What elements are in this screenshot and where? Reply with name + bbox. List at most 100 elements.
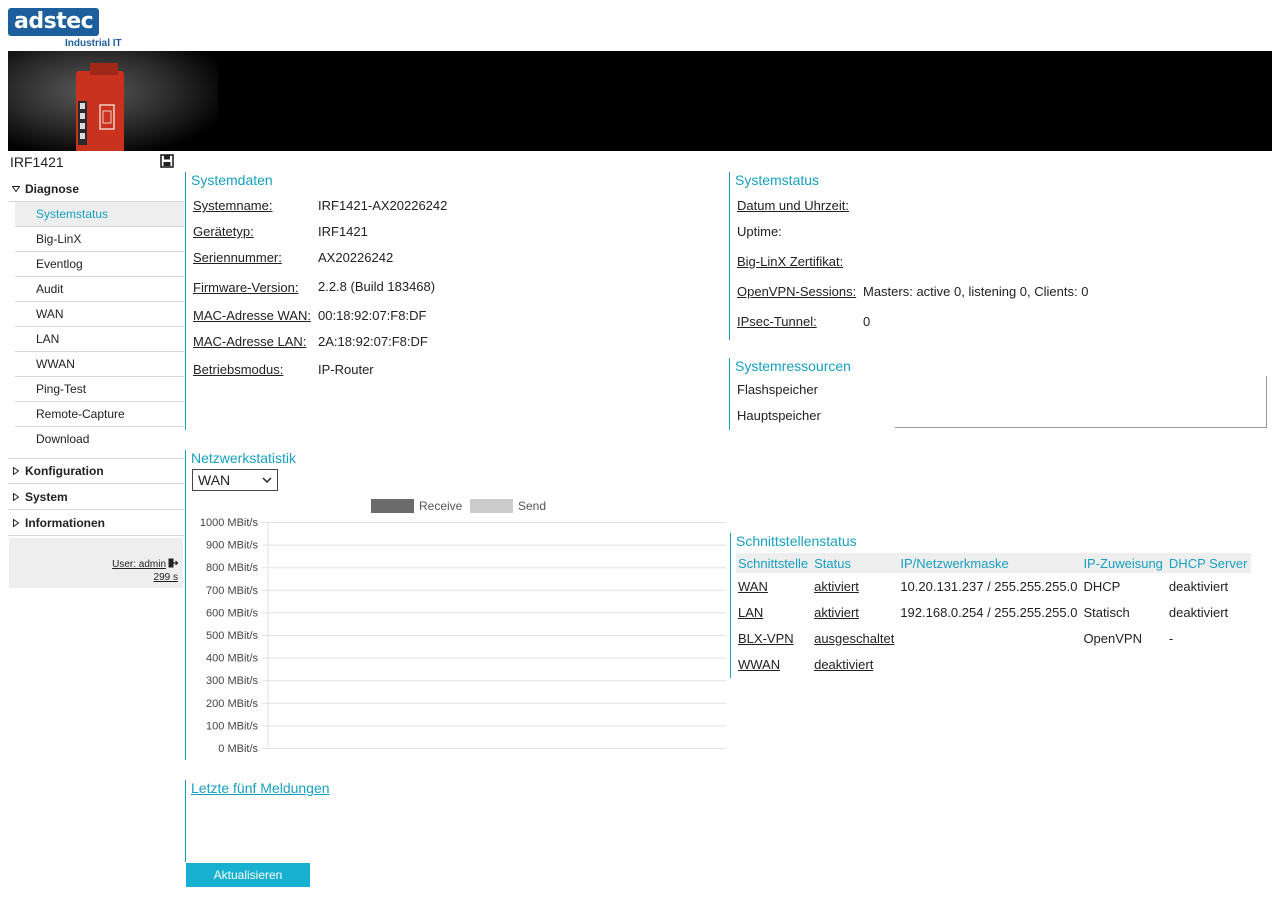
col-header: Status	[812, 553, 899, 573]
kv-value: IP-Router	[318, 362, 374, 377]
legend-label-send: Send	[518, 499, 546, 513]
user-session-box: User: admin 299 s	[9, 538, 183, 588]
chevron-right-icon	[13, 492, 20, 501]
device-name: IRF1421	[10, 154, 64, 170]
nav-group-diagnose[interactable]: Diagnose	[8, 176, 184, 202]
kv-key[interactable]: Big-LinX Zertifikat:	[737, 254, 843, 269]
table-cell: -	[1168, 630, 1174, 646]
nav-group-informationen[interactable]: Informationen	[8, 510, 184, 536]
kv-key[interactable]: Betriebsmodus:	[193, 362, 283, 377]
refresh-button[interactable]: Aktualisieren	[186, 863, 310, 887]
logout-icon[interactable]	[168, 558, 178, 568]
kv-key: Flashspeicher	[737, 382, 818, 397]
legend-swatch-receive	[371, 499, 414, 513]
nav-group-label: Diagnose	[25, 181, 80, 196]
table-header-row: Schnittstelle Status IP/Netzwerkmaske IP…	[736, 553, 1252, 573]
table-row: LAN aktiviert 192.168.0.254 / 255.255.25…	[736, 599, 1251, 625]
interface-link[interactable]: WWAN	[736, 651, 812, 677]
status-link[interactable]: deaktiviert	[812, 651, 898, 677]
interface-table: Schnittstelle Status IP/Netzwerkmaske IP…	[736, 553, 1252, 677]
status-link[interactable]: aktiviert	[812, 573, 898, 599]
table-row: BLX-VPN ausgeschaltet OpenVPN -	[736, 625, 1251, 651]
network-chart: Receive Send 1000 MBit/s 900 MBit/s 800 MBit…	[200, 499, 726, 755]
nav-group-system[interactable]: System	[8, 484, 184, 510]
sidebar-item-eventlog[interactable]: Eventlog	[15, 252, 184, 277]
y-tick-label: 400 MBit/s	[206, 653, 258, 665]
y-tick-label: 1000 MBit/s	[200, 517, 259, 529]
panel-title: Systemstatus	[735, 172, 820, 188]
nav-group-konfiguration[interactable]: Konfiguration	[8, 458, 184, 484]
interface-link[interactable]: BLX-VPN	[736, 625, 812, 651]
y-tick-label: 700 MBit/s	[206, 585, 258, 597]
kv-key[interactable]: OpenVPN-Sessions:	[737, 284, 856, 299]
kv-value: 2.2.8 (Build 183468)	[318, 279, 436, 294]
sidebar-item-ping-test[interactable]: Ping-Test	[15, 377, 184, 402]
sidebar-item-lan[interactable]: LAN	[15, 327, 184, 352]
col-header: DHCP Server	[1166, 553, 1252, 573]
kv-value: 0	[863, 314, 871, 329]
session-timer: 299 s	[153, 572, 178, 583]
kv-key[interactable]: Firmware-Version:	[193, 280, 298, 295]
y-tick-label: 0 MBit/s	[218, 743, 258, 755]
chevron-down-icon	[262, 477, 272, 484]
y-tick-label: 200 MBit/s	[206, 698, 258, 710]
nav-group-label: Konfiguration	[25, 464, 104, 478]
kv-key[interactable]: Seriennummer:	[193, 250, 282, 265]
table-cell: DHCP	[1083, 578, 1121, 594]
kv-key: Uptime:	[737, 224, 782, 239]
sidebar-item-audit[interactable]: Audit	[15, 277, 184, 302]
legend-label-receive: Receive	[419, 499, 463, 513]
kv-value: AX20226242	[318, 250, 394, 265]
kv-value: Masters: active 0, listening 0, Clients:…	[863, 284, 1089, 299]
chevron-down-icon	[12, 185, 20, 192]
kv-key[interactable]: IPsec-Tunnel:	[737, 314, 817, 329]
panel-title: Netzwerkstatistik	[191, 450, 297, 466]
logo-mark: adstec	[8, 8, 100, 36]
table-row: WWAN deaktiviert	[736, 651, 1251, 677]
y-tick-label: 800 MBit/s	[206, 562, 258, 574]
sidebar-nav: Diagnose Systemstatus Big-LinX Eventlog …	[8, 176, 184, 536]
table-cell: deaktiviert	[1168, 604, 1229, 620]
status-link[interactable]: aktiviert	[812, 599, 898, 625]
meldungen-panel: Letzte fünf Meldungen	[185, 780, 725, 862]
legend-swatch-send	[470, 499, 513, 513]
save-icon[interactable]	[160, 154, 174, 168]
table-cell: 10.20.131.237 / 255.255.255.0	[900, 578, 1078, 594]
status-link[interactable]: ausgeschaltet	[812, 625, 898, 651]
kv-key[interactable]: Gerätetyp:	[193, 224, 254, 239]
col-header: IP/Netzwerkmaske	[898, 553, 1082, 573]
chevron-right-icon	[13, 467, 20, 475]
kv-key[interactable]: MAC-Adresse LAN:	[193, 334, 306, 349]
y-tick-label: 600 MBit/s	[206, 607, 258, 619]
interface-link[interactable]: LAN	[736, 599, 812, 625]
header-banner	[8, 51, 1272, 151]
sidebar-item-download[interactable]: Download	[15, 427, 184, 452]
kv-key[interactable]: MAC-Adresse WAN:	[193, 308, 311, 323]
table-cell	[1081, 651, 1166, 677]
col-header: IP-Zuweisung	[1081, 553, 1167, 573]
kv-value: 00:18:92:07:F8:DF	[318, 308, 427, 323]
y-tick-label: 100 MBit/s	[206, 720, 258, 732]
kv-key[interactable]: Systemname:	[193, 198, 272, 213]
y-tick-label: 500 MBit/s	[206, 630, 258, 642]
sidebar-item-big-linx[interactable]: Big-LinX	[15, 227, 184, 252]
resource-usage-box	[895, 376, 1267, 428]
panel-title: Schnittstellenstatus	[736, 533, 857, 549]
router-device-image	[76, 63, 124, 151]
sidebar-item-wan[interactable]: WAN	[15, 302, 184, 327]
nav-group-label: Informationen	[25, 515, 105, 530]
table-cell	[898, 651, 1081, 677]
sidebar-item-remote-capture[interactable]: Remote-Capture	[15, 402, 184, 427]
sidebar-item-systemstatus[interactable]: Systemstatus	[15, 202, 184, 227]
user-link[interactable]: User: admin	[112, 559, 166, 570]
interface-select[interactable]: WAN	[192, 469, 278, 491]
adstec-logo: adstec Industrial IT	[8, 8, 128, 50]
interface-link[interactable]: WAN	[736, 573, 812, 599]
table-cell: 192.168.0.254 / 255.255.255.0	[900, 604, 1078, 620]
panel-title: Systemressourcen	[735, 358, 851, 374]
meldungen-link[interactable]: Letzte fünf Meldungen	[186, 780, 330, 796]
kv-value: IRF1421	[318, 224, 368, 239]
kv-key[interactable]: Datum und Uhrzeit:	[737, 198, 849, 213]
sidebar-item-wwan[interactable]: WWAN	[15, 352, 184, 377]
kv-value: IRF1421-AX20226242	[318, 198, 448, 213]
